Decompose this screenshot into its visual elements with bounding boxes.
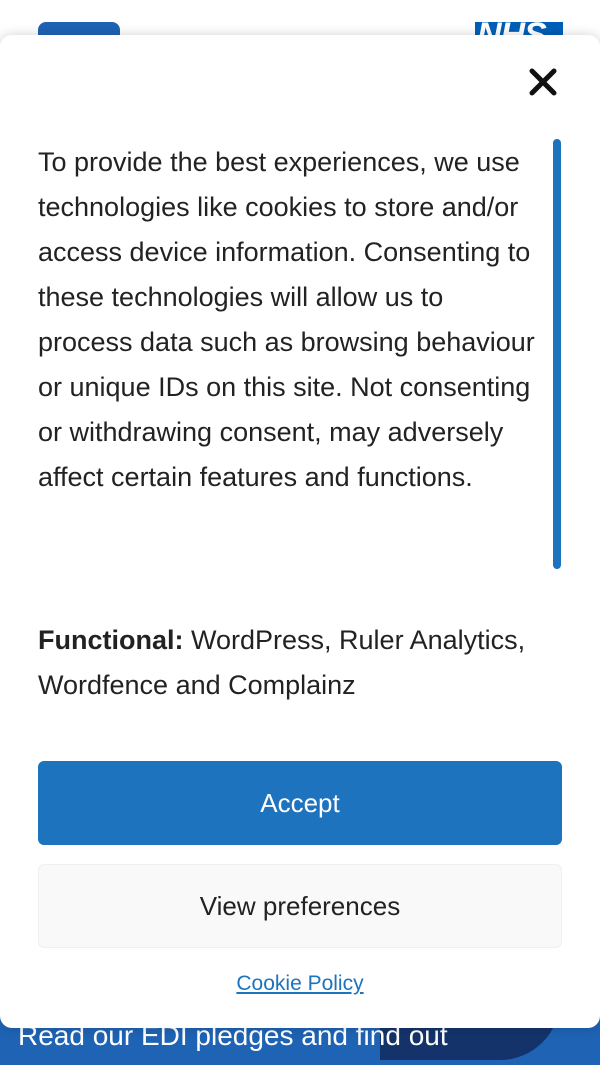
accept-button[interactable]: Accept (38, 761, 562, 845)
page: NHS Read our EDI pledges and find out To… (0, 0, 600, 1065)
consent-message-area: To provide the best experiences, we use … (38, 140, 543, 570)
functional-services: Functional: WordPress, Ruler Analytics, … (38, 618, 558, 708)
cookie-consent-dialog: To provide the best experiences, we use … (0, 35, 600, 1028)
consent-message: To provide the best experiences, we use … (38, 147, 535, 492)
close-icon (529, 68, 557, 96)
functional-label: Functional: (38, 625, 184, 655)
scrollbar[interactable] (553, 139, 561, 569)
view-preferences-button[interactable]: View preferences (38, 864, 562, 948)
cookie-policy-link[interactable]: Cookie Policy (0, 972, 600, 996)
close-button[interactable] (526, 65, 560, 99)
